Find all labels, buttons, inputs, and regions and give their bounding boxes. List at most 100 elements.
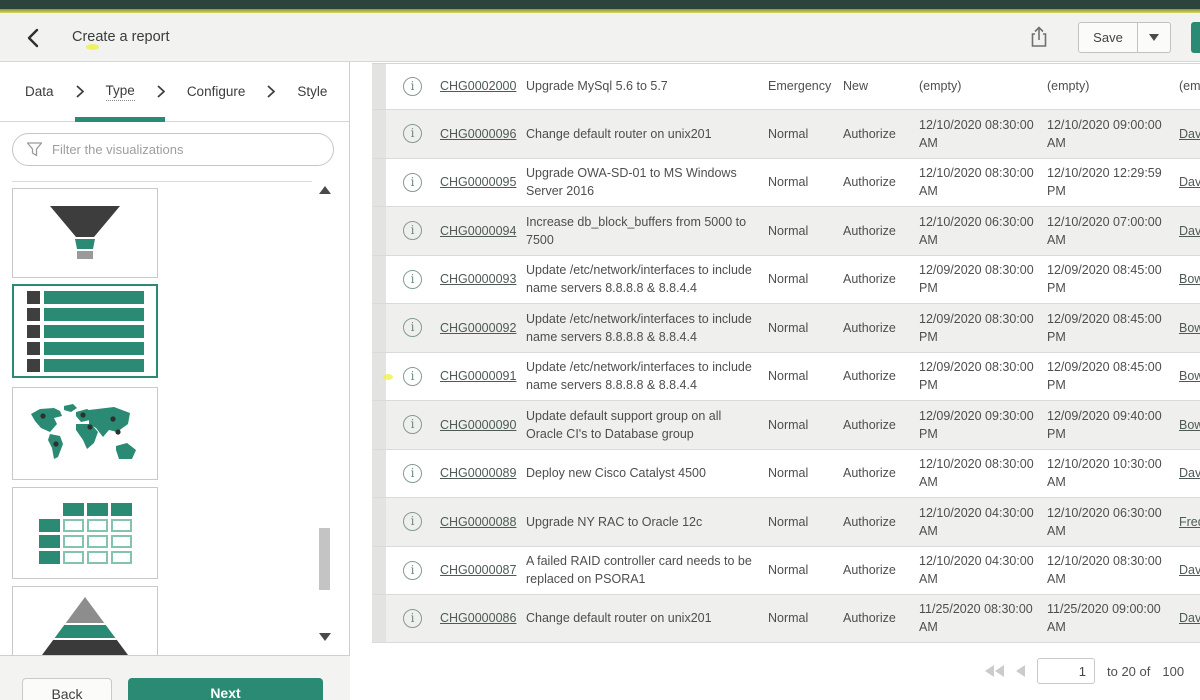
- funnel-filter-icon: [26, 141, 43, 158]
- filter-visualizations-input[interactable]: [52, 142, 333, 157]
- viz-thumb-funnel[interactable]: [12, 188, 158, 278]
- record-number-link[interactable]: CHG0002000: [440, 77, 516, 95]
- breadcrumb-step-configure[interactable]: Configure: [187, 62, 246, 121]
- viz-thumb-list[interactable]: [12, 284, 158, 378]
- record-number-link[interactable]: CHG0000091: [440, 367, 516, 385]
- first-page-icon[interactable]: [985, 665, 1004, 677]
- record-assigned-link[interactable]: Dav: [1179, 561, 1200, 579]
- info-icon[interactable]: i: [403, 609, 422, 628]
- info-icon[interactable]: i: [403, 221, 422, 240]
- row-gutter: [372, 401, 386, 449]
- viz-thumb-table[interactable]: [12, 487, 158, 579]
- record-number-link[interactable]: CHG0000086: [440, 609, 516, 627]
- breadcrumb-step-type[interactable]: Type: [106, 62, 135, 121]
- record-number-cell: CHG0000095: [440, 159, 526, 207]
- info-cell: i: [386, 304, 440, 352]
- viz-thumb-pyramid[interactable]: [12, 586, 158, 666]
- record-number-link[interactable]: CHG0000089: [440, 464, 516, 482]
- record-number-cell: CHG0000094: [440, 207, 526, 255]
- record-assigned-link[interactable]: Dav: [1179, 464, 1200, 482]
- info-cell: i: [386, 401, 440, 449]
- info-icon[interactable]: i: [403, 270, 422, 289]
- record-state: Authorize: [843, 498, 919, 546]
- info-icon[interactable]: i: [403, 367, 422, 386]
- record-description: Update /etc/network/interfaces to includ…: [526, 304, 768, 352]
- info-icon[interactable]: i: [403, 124, 422, 143]
- record-description: Change default router on unix201: [526, 595, 768, 642]
- record-assigned-text: (em: [1179, 77, 1200, 95]
- info-icon[interactable]: i: [403, 561, 422, 580]
- record-state: Authorize: [843, 595, 919, 642]
- record-assigned-cell: Dav: [1179, 547, 1200, 595]
- record-assigned-link[interactable]: Dav: [1179, 173, 1200, 191]
- record-assigned-link[interactable]: Bow: [1179, 416, 1200, 434]
- record-state: Authorize: [843, 207, 919, 255]
- info-icon[interactable]: i: [403, 415, 422, 434]
- wizard-footer: Back Next: [0, 655, 350, 700]
- share-icon[interactable]: [1028, 25, 1050, 49]
- record-assigned-cell: Dav: [1179, 159, 1200, 207]
- back-chevron-icon[interactable]: [22, 26, 48, 50]
- clipped-primary-button[interactable]: [1191, 22, 1200, 53]
- record-number-cell: CHG0000092: [440, 304, 526, 352]
- info-icon[interactable]: i: [403, 512, 422, 531]
- record-description: Change default router on unix201: [526, 110, 768, 158]
- breadcrumb-step-style[interactable]: Style: [297, 62, 327, 121]
- record-assigned-link[interactable]: Bow: [1179, 319, 1200, 337]
- record-priority: Normal: [768, 595, 843, 642]
- chevron-right-icon: [157, 85, 165, 98]
- record-priority: Normal: [768, 207, 843, 255]
- record-number-link[interactable]: CHG0000096: [440, 125, 516, 143]
- previous-page-icon[interactable]: [1016, 665, 1025, 677]
- record-assigned-link[interactable]: Dav: [1179, 125, 1200, 143]
- record-number-link[interactable]: CHG0000093: [440, 270, 516, 288]
- record-assigned-link[interactable]: Bow: [1179, 270, 1200, 288]
- info-cell: i: [386, 256, 440, 304]
- record-number-link[interactable]: CHG0000094: [440, 222, 516, 240]
- record-assigned-link[interactable]: Dav: [1179, 222, 1200, 240]
- scrollbar-thumb[interactable]: [319, 528, 330, 590]
- save-button[interactable]: Save: [1078, 22, 1138, 53]
- back-button[interactable]: Back: [22, 678, 112, 700]
- viz-thumb-map[interactable]: [12, 387, 158, 480]
- scroll-down-arrow[interactable]: [319, 633, 331, 641]
- record-number-link[interactable]: CHG0000087: [440, 561, 516, 579]
- record-end-date: 12/10/2020 06:30:00 AM: [1047, 498, 1179, 546]
- table-row: iCHG0000090Update default support group …: [372, 400, 1200, 449]
- record-assigned-link[interactable]: Dav: [1179, 609, 1200, 627]
- record-assigned-link[interactable]: Bow: [1179, 367, 1200, 385]
- record-priority: Normal: [768, 498, 843, 546]
- info-cell: i: [386, 595, 440, 642]
- record-number-link[interactable]: CHG0000090: [440, 416, 516, 434]
- breadcrumb-step-data[interactable]: Data: [25, 62, 54, 121]
- row-gutter: [372, 64, 386, 109]
- record-priority: Normal: [768, 304, 843, 352]
- table-row: i CHG0000086 Change default router on unix…: [372, 594, 1200, 643]
- record-number-link[interactable]: CHG0000095: [440, 173, 516, 191]
- next-button[interactable]: Next: [128, 678, 323, 700]
- record-assigned-cell: Dav: [1179, 207, 1200, 255]
- record-number-cell: CHG0002000: [440, 64, 526, 109]
- record-description: Increase db_block_buffers from 5000 to 7…: [526, 207, 768, 255]
- info-icon[interactable]: i: [403, 173, 422, 192]
- save-dropdown-button[interactable]: [1138, 22, 1171, 53]
- info-icon[interactable]: i: [403, 318, 422, 337]
- scroll-up-arrow[interactable]: [319, 186, 331, 194]
- page-number-input[interactable]: [1037, 658, 1095, 684]
- record-number-link[interactable]: CHG0000088: [440, 513, 516, 531]
- click-indicator: [86, 44, 99, 50]
- info-cell: i: [386, 110, 440, 158]
- record-state: Authorize: [843, 304, 919, 352]
- row-gutter: [372, 498, 386, 546]
- row-gutter: [372, 547, 386, 595]
- record-start-date: 12/10/2020 08:30:00 AM: [919, 110, 1047, 158]
- record-end-date: 12/10/2020 08:30:00 AM: [1047, 547, 1179, 595]
- record-description: Upgrade OWA-SD-01 to MS Windows Server 2…: [526, 159, 768, 207]
- info-icon[interactable]: i: [403, 77, 422, 96]
- record-description: Deploy new Cisco Catalyst 4500: [526, 450, 768, 498]
- record-assigned-link[interactable]: Fred: [1179, 513, 1200, 531]
- info-icon[interactable]: i: [403, 464, 422, 483]
- record-assigned-cell: Bow: [1179, 304, 1200, 352]
- wizard-breadcrumb: Data Type Configure Style: [0, 62, 349, 122]
- record-number-link[interactable]: CHG0000092: [440, 319, 516, 337]
